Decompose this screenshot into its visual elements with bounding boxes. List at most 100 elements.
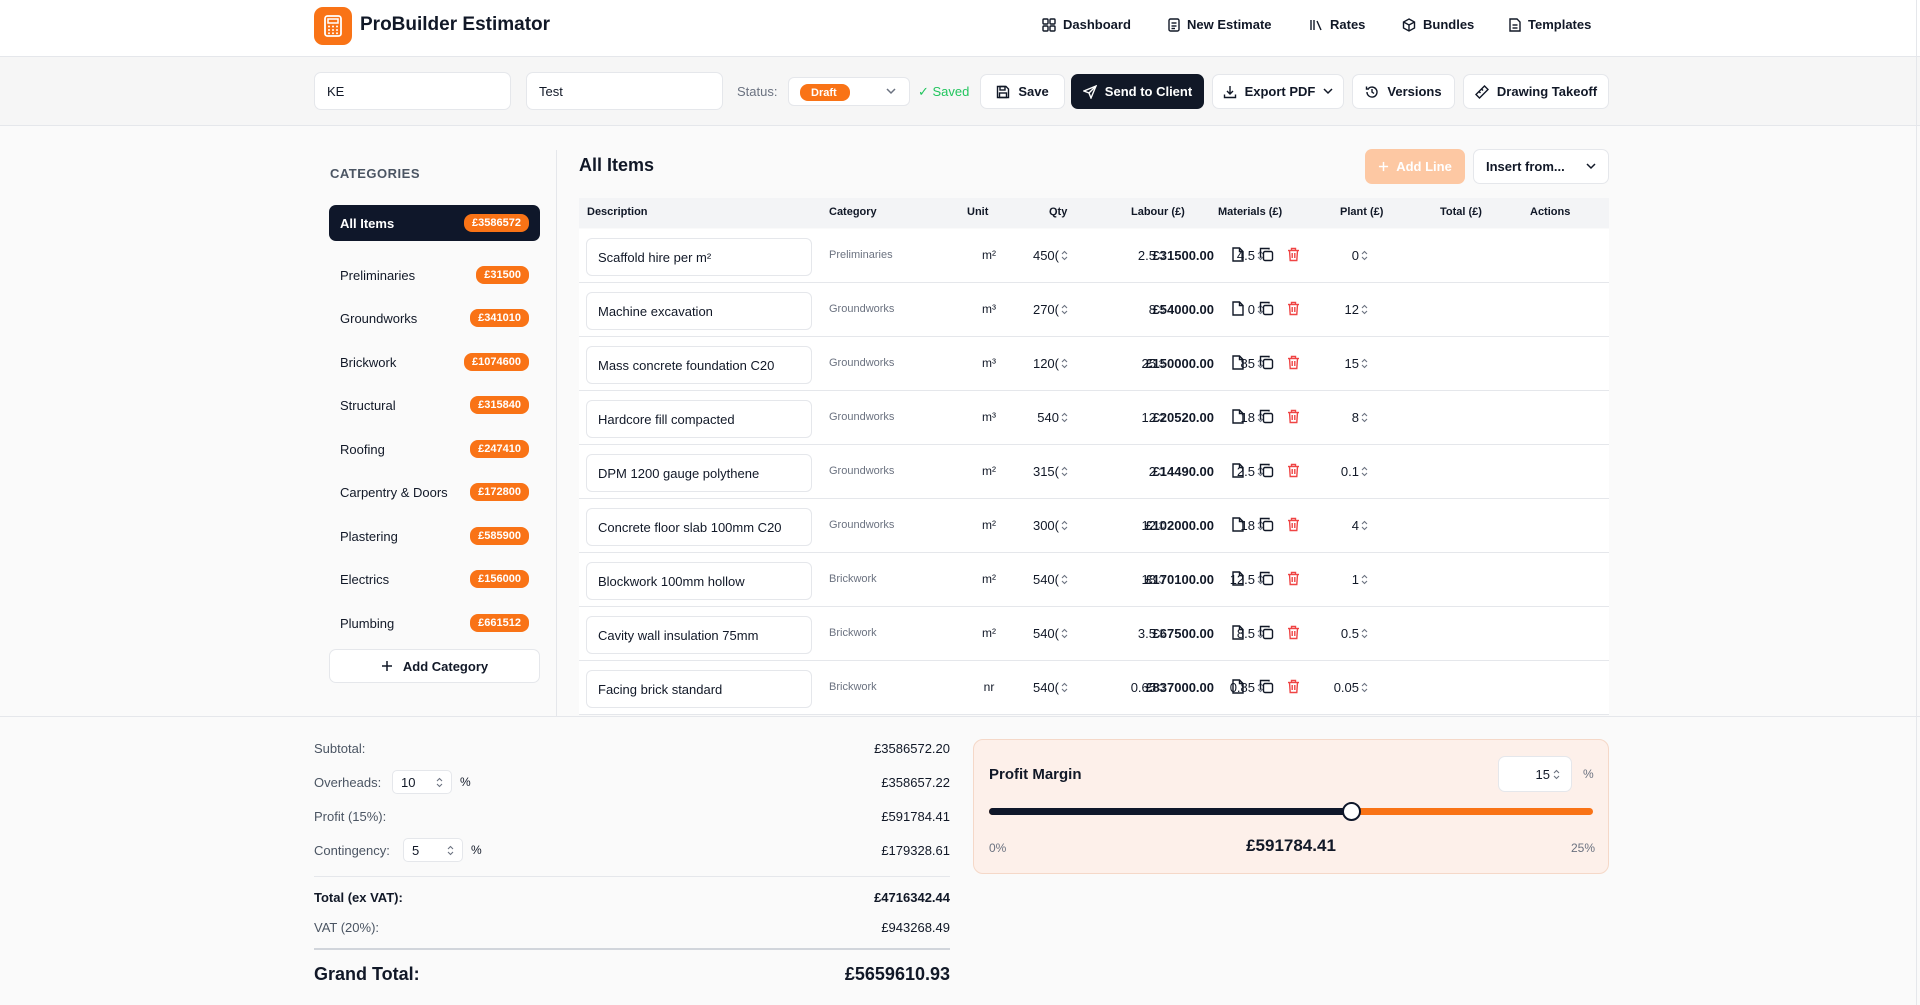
qty-input[interactable]: 540 [988, 410, 1068, 425]
column-header: Description [587, 206, 648, 218]
document-icon[interactable] [1231, 409, 1245, 424]
description-input[interactable]: Concrete floor slab 100mm C20 [586, 508, 812, 546]
description-input[interactable]: Hardcore fill compacted [586, 400, 812, 438]
description-input[interactable]: Mass concrete foundation C20 [586, 346, 812, 384]
qty-input[interactable]: 540( [988, 572, 1068, 587]
profit-margin-slider-thumb[interactable] [1342, 802, 1362, 821]
document-icon[interactable] [1231, 463, 1245, 478]
qty-input[interactable]: 120( [988, 356, 1068, 371]
delete-icon[interactable] [1287, 517, 1300, 532]
delete-icon[interactable] [1287, 463, 1300, 478]
plant-input[interactable]: 1 [1288, 572, 1368, 587]
qty-input[interactable]: 540( [988, 626, 1068, 641]
category-plastering[interactable]: Plastering £585900 [329, 518, 540, 554]
export-pdf-button[interactable]: Export PDF [1212, 74, 1344, 109]
category-plumbing[interactable]: Plumbing £661512 [329, 605, 540, 641]
duplicate-icon[interactable] [1259, 247, 1274, 262]
document-icon[interactable] [1231, 355, 1245, 370]
qty-input[interactable]: 315( [988, 464, 1068, 479]
document-icon[interactable] [1231, 679, 1245, 694]
plant-input[interactable]: 0.1 [1288, 464, 1368, 479]
stepper-icon [1061, 250, 1068, 261]
table-row: Concrete floor slab 100mm C20 Groundworks… [579, 499, 1609, 553]
row-total: £67500.00 [1152, 626, 1214, 641]
versions-button[interactable]: Versions [1352, 74, 1455, 109]
client-name-input[interactable]: KE [314, 72, 511, 110]
drawing-takeoff-button[interactable]: Drawing Takeoff [1463, 74, 1609, 109]
send-to-client-button[interactable]: Send to Client [1071, 74, 1204, 109]
section-title: All Items [579, 155, 655, 175]
document-icon[interactable] [1231, 571, 1245, 586]
nav-rates[interactable]: Rates [1309, 17, 1365, 32]
category-brickwork[interactable]: Brickwork £1074600 [329, 344, 540, 380]
document-icon[interactable] [1231, 247, 1245, 262]
category-cell: Brickwork [829, 681, 877, 693]
delete-icon[interactable] [1287, 301, 1300, 316]
chevron-down-icon [886, 88, 896, 95]
add-category-button[interactable]: Add Category [329, 649, 540, 683]
plant-input[interactable]: 0.05 [1288, 680, 1368, 695]
duplicate-icon[interactable] [1259, 463, 1274, 478]
qty-input[interactable]: 270( [988, 302, 1068, 317]
status-select[interactable]: Draft [788, 77, 910, 106]
calculator-logo-icon[interactable] [314, 7, 352, 45]
delete-icon[interactable] [1287, 355, 1300, 370]
document-icon[interactable] [1231, 301, 1245, 316]
document-icon[interactable] [1231, 517, 1245, 532]
nav-new-estimate[interactable]: New Estimate [1168, 17, 1272, 32]
add-line-button[interactable]: Add Line [1365, 149, 1465, 184]
description-input[interactable]: DPM 1200 gauge polythene [586, 454, 812, 492]
duplicate-icon[interactable] [1259, 679, 1274, 694]
plant-input[interactable]: 4 [1288, 518, 1368, 533]
delete-icon[interactable] [1287, 409, 1300, 424]
contingency-input[interactable]: 5 [403, 838, 463, 862]
qty-input[interactable]: 300( [988, 518, 1068, 533]
category-structural[interactable]: Structural £315840 [329, 387, 540, 423]
delete-icon[interactable] [1287, 247, 1300, 262]
category-preliminaries[interactable]: Preliminaries £31500 [329, 257, 540, 293]
category-groundworks[interactable]: Groundworks £341010 [329, 300, 540, 336]
category-electrics[interactable]: Electrics £156000 [329, 561, 540, 597]
qty-input[interactable]: 450( [988, 248, 1068, 263]
description-input[interactable]: Facing brick standard [586, 670, 812, 708]
category-carpentry-doors[interactable]: Carpentry & Doors £172800 [329, 474, 540, 510]
plant-input[interactable]: 8 [1288, 410, 1368, 425]
save-button[interactable]: Save [980, 74, 1065, 109]
project-name-input[interactable]: Test [526, 72, 723, 110]
description-input[interactable]: Scaffold hire per m² [586, 238, 812, 276]
delete-icon[interactable] [1287, 679, 1300, 694]
contingency-pct-value: 5 [412, 842, 420, 858]
qty-input[interactable]: 540( [988, 680, 1068, 695]
category-all-items[interactable]: All Items £3586572 [329, 205, 540, 241]
category-label: Brickwork [340, 354, 397, 370]
qty-value: 270( [1032, 302, 1059, 317]
duplicate-icon[interactable] [1259, 517, 1274, 532]
description-input[interactable]: Machine excavation [586, 292, 812, 330]
plant-input[interactable]: 12 [1288, 302, 1368, 317]
duplicate-icon[interactable] [1259, 571, 1274, 586]
duplicate-icon[interactable] [1259, 409, 1274, 424]
duplicate-icon[interactable] [1259, 625, 1274, 640]
category-label: Roofing [340, 441, 385, 457]
plant-input[interactable]: 0 [1288, 248, 1368, 263]
category-roofing[interactable]: Roofing £247410 [329, 431, 540, 467]
nav-bundles[interactable]: Bundles [1402, 17, 1474, 32]
nav-dashboard[interactable]: Dashboard [1042, 17, 1131, 32]
profit-margin-input[interactable]: 15 [1498, 756, 1572, 792]
percent-sign: % [471, 843, 482, 857]
profit-margin-slider-track[interactable] [989, 802, 1593, 821]
description-input[interactable]: Blockwork 100mm hollow [586, 562, 812, 600]
delete-icon[interactable] [1287, 625, 1300, 640]
duplicate-icon[interactable] [1259, 355, 1274, 370]
delete-icon[interactable] [1287, 571, 1300, 586]
document-icon[interactable] [1231, 625, 1245, 640]
duplicate-icon[interactable] [1259, 301, 1274, 316]
insert-from-dropdown[interactable]: Insert from... [1473, 149, 1609, 184]
plant-input[interactable]: 0.5 [1288, 626, 1368, 641]
stepper-icon [1361, 358, 1368, 369]
description-input[interactable]: Cavity wall insulation 75mm [586, 616, 812, 654]
nav-templates[interactable]: Templates [1509, 17, 1591, 32]
app-title: ProBuilder Estimator [360, 14, 551, 35]
plant-input[interactable]: 15 [1288, 356, 1368, 371]
overheads-input[interactable]: 10 [392, 770, 452, 794]
